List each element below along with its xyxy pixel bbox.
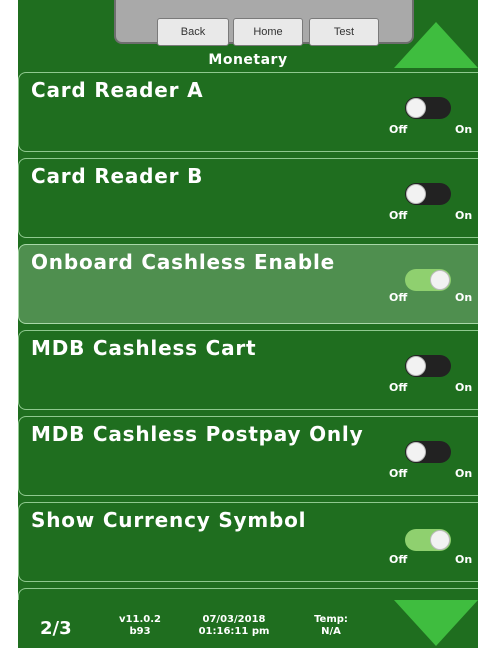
datetime-info: 07/03/2018 01:16:11 pm <box>186 614 282 638</box>
version-info: v11.0.2 b93 <box>112 614 168 638</box>
temp-label: Temp: <box>314 614 348 625</box>
toggle-switch[interactable] <box>405 269 451 291</box>
version-text: v11.0.2 <box>119 614 161 625</box>
page-indicator: 2/3 <box>40 618 72 639</box>
row-card-reader-b[interactable]: Card Reader B Off On <box>18 158 478 238</box>
row-label: Card Reader A <box>31 78 204 102</box>
row-mdb-cashless-cart[interactable]: MDB Cashless Cart Off On <box>18 330 478 410</box>
triangle-down-icon[interactable] <box>394 600 478 646</box>
row-label: Show Currency Symbol <box>31 508 307 532</box>
toggle-knob <box>406 442 426 462</box>
on-label: On <box>455 209 473 222</box>
row-label: Onboard Cashless Enable <box>31 250 335 274</box>
screen: Back Home Test Monetary Card Reader A Of… <box>0 0 478 648</box>
page-title: Monetary <box>208 52 288 68</box>
row-mdb-cashless-postpay-only[interactable]: MDB Cashless Postpay Only Off On <box>18 416 478 496</box>
off-label: Off <box>389 381 408 394</box>
temp-value: N/A <box>321 626 341 637</box>
row-label: MDB Cashless Postpay Only <box>31 422 364 446</box>
toggle-switch[interactable] <box>405 183 451 205</box>
toggle-knob <box>406 184 426 204</box>
settings-panel: Back Home Test Monetary Card Reader A Of… <box>18 0 478 648</box>
row-card-reader-a[interactable]: Card Reader A Off On <box>18 72 478 152</box>
off-label: Off <box>389 467 408 480</box>
triangle-up-icon[interactable] <box>394 22 478 68</box>
on-label: On <box>455 291 473 304</box>
toggle-knob <box>430 530 450 550</box>
off-label: Off <box>389 209 408 222</box>
toggle-switch[interactable] <box>405 97 451 119</box>
toggle-switch[interactable] <box>405 529 451 551</box>
toggle-knob <box>430 270 450 290</box>
home-button[interactable]: Home <box>233 18 303 46</box>
off-label: Off <box>389 123 408 136</box>
on-label: On <box>455 123 473 136</box>
on-label: On <box>455 467 473 480</box>
status-footer: 2/3 v11.0.2 b93 07/03/2018 01:16:11 pm T… <box>18 600 388 648</box>
toggle-switch[interactable] <box>405 355 451 377</box>
row-label: MDB Cashless Cart <box>31 336 257 360</box>
back-button[interactable]: Back <box>157 18 229 46</box>
date-text: 07/03/2018 <box>202 614 266 625</box>
toggle-switch[interactable] <box>405 441 451 463</box>
row-onboard-cashless-enable[interactable]: Onboard Cashless Enable Off On <box>18 244 478 324</box>
row-label: Card Reader B <box>31 164 204 188</box>
off-label: Off <box>389 291 408 304</box>
test-button[interactable]: Test <box>309 18 379 46</box>
toggle-knob <box>406 98 426 118</box>
row-show-currency-symbol[interactable]: Show Currency Symbol Off On <box>18 502 478 582</box>
on-label: On <box>455 553 473 566</box>
build-text: b93 <box>129 626 151 637</box>
on-label: On <box>455 381 473 394</box>
off-label: Off <box>389 553 408 566</box>
toggle-knob <box>406 356 426 376</box>
temperature-info: Temp: N/A <box>306 614 356 638</box>
time-text: 01:16:11 pm <box>198 626 270 637</box>
